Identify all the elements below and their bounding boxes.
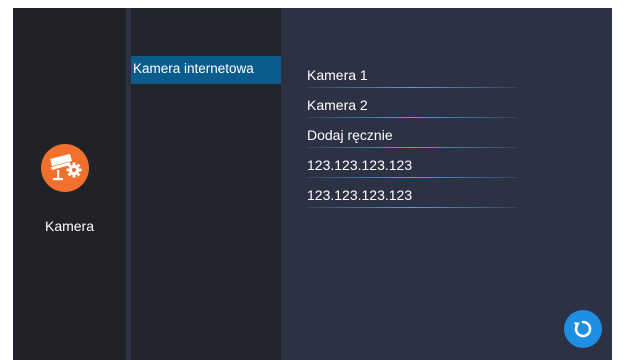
list-item-underline xyxy=(307,207,517,208)
list-item-underline xyxy=(307,117,517,118)
camera-list-panel: Kamera 1 Kamera 2 Dodaj ręcznie 123.123.… xyxy=(281,8,612,360)
submenu-panel: Kamera internetowa xyxy=(131,8,281,360)
camera-category-button[interactable] xyxy=(41,144,89,192)
list-item-underline xyxy=(307,147,517,148)
refresh-icon xyxy=(573,320,592,338)
submenu-item-internet-camera[interactable]: Kamera internetowa xyxy=(131,56,281,84)
camera-list-item-label: Kamera 1 xyxy=(307,67,368,83)
camera-category-label: Kamera xyxy=(44,218,95,234)
refresh-button[interactable] xyxy=(564,310,602,348)
category-sidebar: Kamera xyxy=(13,8,126,360)
camera-list-item-label: Dodaj ręcznie xyxy=(307,127,393,143)
camera-list-item[interactable]: 123.123.123.123 xyxy=(307,154,517,178)
screen: Kamera Kamera internetowa Kamera 1 Kamer… xyxy=(13,8,612,360)
list-item-underline xyxy=(307,177,517,178)
camera-list-item[interactable]: Kamera 1 xyxy=(307,64,517,88)
camera-list-item[interactable]: Kamera 2 xyxy=(307,94,517,118)
list-item-underline xyxy=(307,87,517,88)
camera-list-item-label: 123.123.123.123 xyxy=(307,187,413,203)
camera-list-item-label: 123.123.123.123 xyxy=(307,157,413,173)
add-manually-item[interactable]: Dodaj ręcznie xyxy=(307,124,517,148)
camera-list-item[interactable]: 123.123.123.123 xyxy=(307,184,517,208)
camera-settings-icon xyxy=(50,154,82,181)
camera-list-item-label: Kamera 2 xyxy=(307,97,368,113)
